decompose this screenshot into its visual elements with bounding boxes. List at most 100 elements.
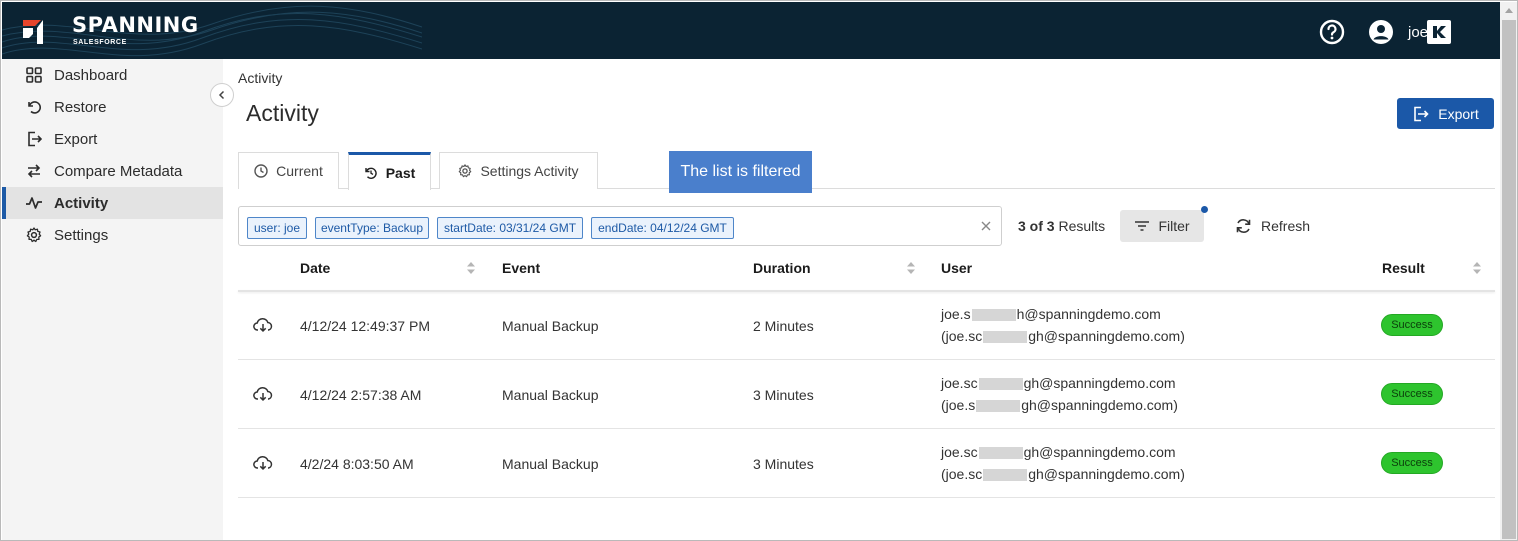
restore-icon bbox=[25, 98, 43, 116]
sort-arrows-icon[interactable] bbox=[906, 261, 916, 275]
grid-icon bbox=[25, 66, 43, 84]
cell-user-email: joe.s h@spanningdemo.com bbox=[941, 306, 1161, 322]
tab-current[interactable]: Current bbox=[238, 152, 339, 189]
user-email-start: joe.sc bbox=[941, 444, 978, 460]
tab-label: Past bbox=[385, 164, 416, 181]
export-button-label: Export bbox=[1438, 105, 1479, 122]
redacted-block bbox=[976, 400, 1021, 413]
column-header-duration[interactable]: Duration bbox=[753, 260, 811, 276]
sidebar-item-label: Restore bbox=[54, 98, 107, 116]
cell-duration: 3 Minutes bbox=[753, 387, 814, 403]
spanning-logo-icon bbox=[23, 20, 43, 44]
gear-icon bbox=[459, 164, 472, 178]
export-icon bbox=[25, 130, 43, 148]
user-email-end: gh@spanningdemo.com bbox=[1023, 444, 1176, 460]
column-header-event[interactable]: Event bbox=[502, 260, 540, 276]
brand-subtitle: SALESFORCE bbox=[73, 39, 127, 46]
refresh-button[interactable]: Refresh bbox=[1235, 210, 1310, 242]
user-email-start: joe.s bbox=[941, 306, 971, 322]
tab-settings-activity[interactable]: Settings Activity bbox=[439, 152, 598, 189]
header-username[interactable]: joe bbox=[1408, 24, 1428, 41]
vertical-scrollbar[interactable] bbox=[1500, 2, 1517, 540]
compare-arrows-icon bbox=[25, 162, 43, 180]
filter-chip-start-date[interactable]: startDate: 03/31/24 GMT bbox=[437, 217, 583, 239]
filter-chip-end-date[interactable]: endDate: 04/12/24 GMT bbox=[591, 217, 734, 239]
user-avatar-icon[interactable] bbox=[1368, 19, 1394, 45]
brand-name: SPANNING bbox=[72, 13, 199, 37]
column-header-user[interactable]: User bbox=[941, 260, 972, 276]
cloud-download-icon[interactable] bbox=[253, 386, 273, 402]
app-window: SPANNING SALESFORCE joe Dashboard Restor… bbox=[0, 0, 1518, 541]
scroll-up-arrow-icon[interactable] bbox=[1505, 8, 1513, 13]
filter-lines-icon bbox=[1135, 221, 1150, 231]
status-badge: Success bbox=[1381, 452, 1443, 474]
k-logo-icon bbox=[1433, 26, 1446, 38]
sidebar-item-activity[interactable]: Activity bbox=[2, 187, 223, 219]
tab-label: Settings Activity bbox=[480, 163, 579, 179]
filtered-tooltip: The list is filtered bbox=[669, 151, 812, 193]
cell-user-email: joe.sc gh@spanningdemo.com bbox=[941, 375, 1176, 391]
filter-button[interactable]: Filter bbox=[1120, 210, 1204, 242]
user-name-end: gh@spanningdemo.com) bbox=[1028, 328, 1185, 344]
clear-filters-icon[interactable] bbox=[979, 219, 993, 233]
cell-duration: 2 Minutes bbox=[753, 318, 814, 334]
refresh-icon bbox=[1236, 219, 1251, 233]
export-button[interactable]: Export bbox=[1397, 98, 1494, 129]
activity-pulse-icon bbox=[25, 194, 43, 212]
results-number: 3 of 3 bbox=[1018, 218, 1055, 234]
cell-date: 4/12/24 12:49:37 PM bbox=[300, 318, 430, 334]
user-name-start: (joe.sc bbox=[941, 466, 983, 482]
page-title: Activity bbox=[246, 100, 319, 126]
help-icon[interactable] bbox=[1319, 19, 1345, 45]
collapse-sidebar-button[interactable] bbox=[210, 83, 234, 107]
user-name-start: (joe.s bbox=[941, 397, 976, 413]
history-icon bbox=[365, 167, 377, 179]
gear-icon bbox=[25, 226, 43, 244]
sidebar-item-compare-metadata[interactable]: Compare Metadata bbox=[2, 155, 223, 187]
redacted-block bbox=[971, 309, 1016, 322]
scrollbar-thumb[interactable] bbox=[1502, 20, 1516, 539]
cloud-download-icon[interactable] bbox=[253, 455, 273, 471]
table-row[interactable]: 4/12/24 12:49:37 PM Manual Backup 2 Minu… bbox=[238, 291, 1495, 360]
tab-past[interactable]: Past bbox=[348, 152, 431, 190]
filter-chip-event-type[interactable]: eventType: Backup bbox=[315, 217, 429, 239]
cell-date: 4/2/24 8:03:50 AM bbox=[300, 456, 414, 472]
user-email-start: joe.sc bbox=[941, 375, 978, 391]
sidebar-item-label: Activity bbox=[54, 194, 109, 212]
breadcrumb[interactable]: Activity bbox=[238, 70, 282, 86]
table-row[interactable]: 4/2/24 8:03:50 AM Manual Backup 3 Minute… bbox=[238, 429, 1495, 498]
user-name-end: gh@spanningdemo.com) bbox=[1021, 397, 1178, 413]
sidebar: Dashboard Restore Export Compare Metadat… bbox=[2, 59, 223, 540]
results-label: Results bbox=[1058, 218, 1106, 234]
redacted-block bbox=[983, 469, 1028, 482]
cell-user-username: (joe.sc gh@spanningdemo.com) bbox=[941, 328, 1185, 344]
sidebar-item-label: Compare Metadata bbox=[54, 162, 183, 180]
sidebar-item-restore[interactable]: Restore bbox=[2, 91, 223, 123]
sidebar-item-dashboard[interactable]: Dashboard bbox=[2, 59, 223, 91]
kaseya-app-icon[interactable] bbox=[1427, 20, 1451, 44]
cell-user-email: joe.sc gh@spanningdemo.com bbox=[941, 444, 1176, 460]
filter-active-indicator bbox=[1201, 206, 1208, 213]
filter-chip-user[interactable]: user: joe bbox=[247, 217, 307, 239]
sidebar-item-label: Settings bbox=[54, 226, 109, 244]
column-header-result[interactable]: Result bbox=[1382, 260, 1425, 276]
sidebar-item-label: Dashboard bbox=[54, 66, 128, 84]
status-badge: Success bbox=[1381, 314, 1443, 336]
redacted-block bbox=[978, 378, 1023, 391]
cloud-download-icon[interactable] bbox=[253, 317, 273, 333]
sidebar-item-export[interactable]: Export bbox=[2, 123, 223, 155]
table-row[interactable]: 4/12/24 2:57:38 AM Manual Backup 3 Minut… bbox=[238, 360, 1495, 429]
filter-chips-box[interactable]: user: joe eventType: Backup startDate: 0… bbox=[238, 206, 1002, 246]
chevron-left-icon bbox=[218, 90, 225, 100]
refresh-button-label: Refresh bbox=[1261, 218, 1311, 234]
cell-user-username: (joe.sc gh@spanningdemo.com) bbox=[941, 466, 1185, 482]
redacted-block bbox=[983, 331, 1028, 344]
sidebar-item-settings[interactable]: Settings bbox=[2, 219, 223, 251]
cell-date: 4/12/24 2:57:38 AM bbox=[300, 387, 422, 403]
cell-event: Manual Backup bbox=[502, 456, 599, 472]
redacted-block bbox=[978, 447, 1023, 460]
user-name-start: (joe.sc bbox=[941, 328, 983, 344]
column-header-date[interactable]: Date bbox=[300, 260, 330, 276]
sort-arrows-icon[interactable] bbox=[466, 261, 476, 275]
sort-arrows-icon[interactable] bbox=[1472, 261, 1482, 275]
